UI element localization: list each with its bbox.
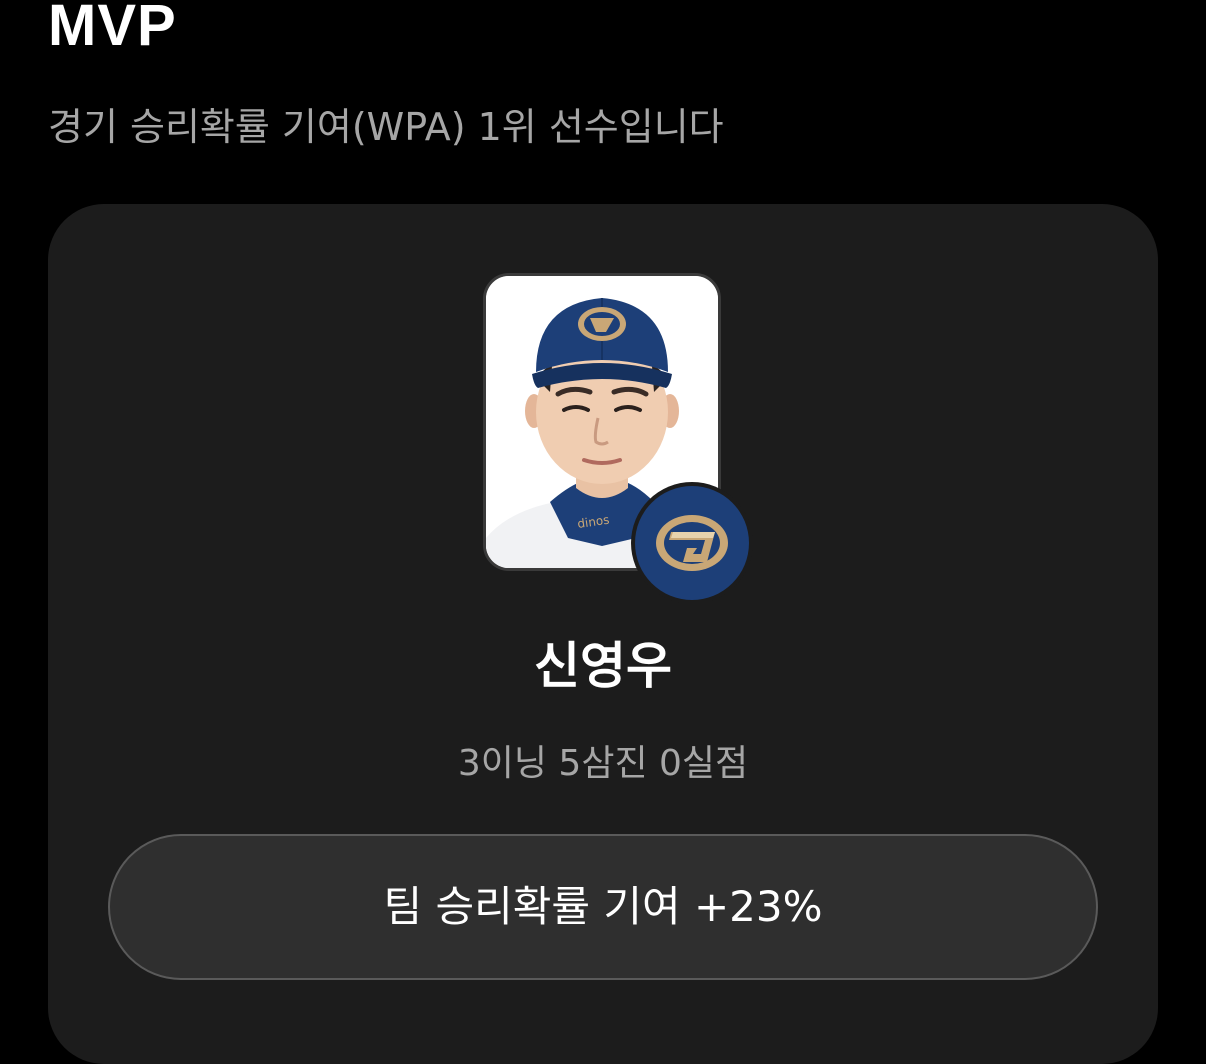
section-subtitle: 경기 승리확률 기여(WPA) 1위 선수입니다	[48, 105, 724, 149]
nc-dinos-logo-icon	[635, 486, 749, 600]
wpa-contribution-label: 팀 승리확률 기여 +23%	[383, 882, 823, 931]
team-badge	[631, 482, 753, 604]
mvp-card: dinos 신영우 3이닝 5삼진 0실점 팀 승리확률 기여 +23%	[48, 204, 1158, 1064]
player-name: 신영우	[534, 637, 672, 695]
wpa-contribution-button[interactable]: 팀 승리확률 기여 +23%	[108, 834, 1098, 980]
section-title: MVP	[48, 0, 177, 58]
player-stats: 3이닝 5삼진 0실점	[457, 743, 749, 784]
